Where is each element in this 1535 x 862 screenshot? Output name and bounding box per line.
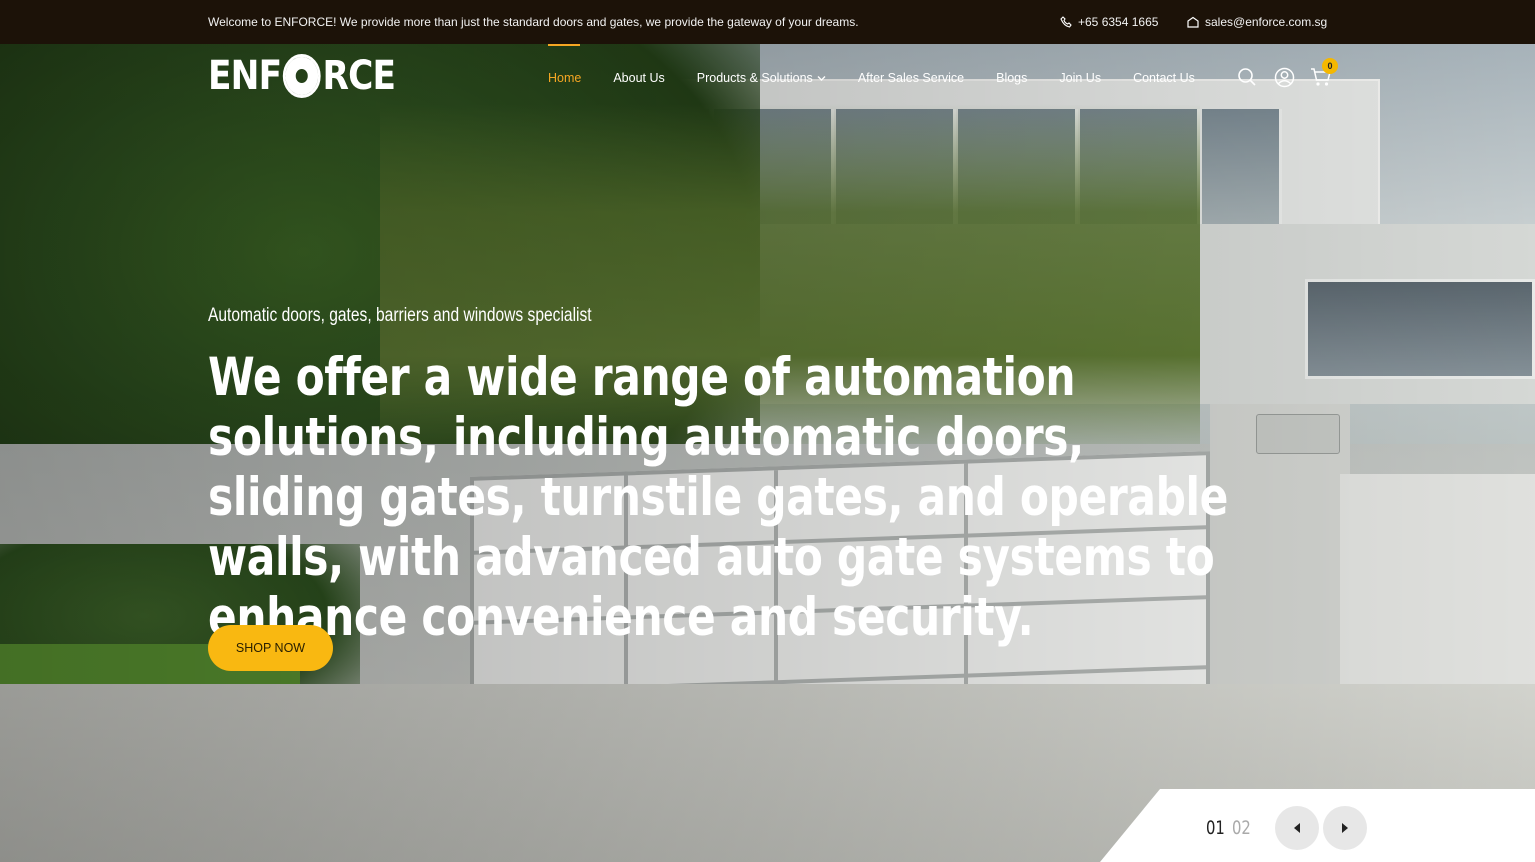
slider-prev-button[interactable] — [1275, 806, 1319, 850]
email-address[interactable]: sales@enforce.com.sg — [1205, 15, 1327, 29]
logo-text-left: ENF — [208, 53, 282, 99]
nav-after-sales[interactable]: After Sales Service — [858, 71, 964, 85]
welcome-message: Welcome to ENFORCE! We provide more than… — [208, 15, 859, 29]
nav-blogs[interactable]: Blogs — [996, 71, 1027, 85]
slider-next-button[interactable] — [1323, 806, 1367, 850]
nav-home[interactable]: Home — [548, 44, 581, 85]
user-icon[interactable] — [1273, 66, 1295, 88]
main-nav: Home About Us Products & Solutions After… — [548, 44, 1195, 85]
chevron-down-icon — [817, 71, 826, 85]
phone-icon — [1060, 16, 1072, 28]
email-contact[interactable]: sales@enforce.com.sg — [1187, 15, 1327, 29]
slide-next-number[interactable]: 02 — [1232, 817, 1251, 839]
nav-about-us[interactable]: About Us — [613, 71, 664, 85]
logo-ring-icon — [282, 54, 321, 98]
nav-contact-us[interactable]: Contact Us — [1133, 71, 1195, 85]
caret-left-icon — [1294, 823, 1300, 833]
shop-now-button[interactable]: SHOP NOW — [208, 625, 333, 671]
phone-contact[interactable]: +65 6354 1665 — [1060, 15, 1158, 29]
cart-count-badge: 0 — [1322, 58, 1338, 74]
slide-current-number: 01 — [1206, 817, 1225, 839]
nav-products-solutions[interactable]: Products & Solutions — [697, 71, 826, 85]
nav-join-us[interactable]: Join Us — [1059, 71, 1101, 85]
hero-headline: We offer a wide range of automation solu… — [208, 347, 1229, 648]
search-icon[interactable] — [1236, 66, 1258, 88]
logo-text-right: RCE — [322, 53, 396, 99]
caret-right-icon — [1342, 823, 1348, 833]
hero-subtitle: Automatic doors, gates, barriers and win… — [208, 305, 592, 326]
cart-icon[interactable]: 0 — [1310, 58, 1338, 88]
mail-icon — [1187, 16, 1199, 28]
phone-number[interactable]: +65 6354 1665 — [1078, 15, 1158, 29]
enforce-logo[interactable]: ENF RCE — [208, 53, 396, 99]
header-actions: 0 — [1236, 58, 1338, 88]
nav-products-label: Products & Solutions — [696, 71, 813, 85]
top-bar: Welcome to ENFORCE! We provide more than… — [0, 0, 1535, 44]
